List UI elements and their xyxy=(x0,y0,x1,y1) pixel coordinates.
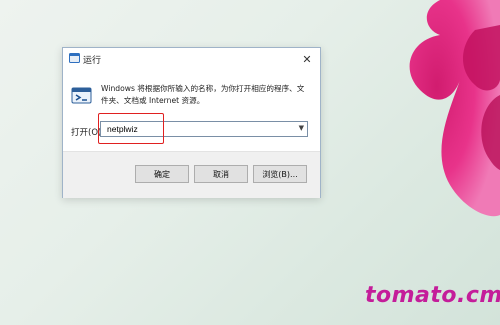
highlight-box xyxy=(98,113,164,144)
ok-button[interactable]: 确定 xyxy=(135,165,189,183)
watermark: tomato.cm xyxy=(365,283,500,308)
dialog-description: Windows 将根据你所输入的名称，为你打开相应的程序、文件夹、文档或 Int… xyxy=(101,84,305,105)
run-icon xyxy=(71,87,92,104)
run-icon xyxy=(69,53,80,63)
close-icon: ✕ xyxy=(302,52,312,66)
dialog-footer: 确定 取消 浏览(B)... xyxy=(63,151,320,198)
cancel-button[interactable]: 取消 xyxy=(194,165,248,183)
title-bar: 运行 ✕ xyxy=(63,48,320,70)
chevron-down-icon[interactable]: ▼ xyxy=(299,124,304,132)
close-button[interactable]: ✕ xyxy=(294,48,320,70)
flower-decoration xyxy=(409,0,500,217)
run-dialog: 运行 ✕ Windows 将根据你所输入的名称，为你打开相应的程序、文件夹、文档… xyxy=(62,47,321,198)
dialog-title: 运行 xyxy=(83,56,102,66)
browse-button[interactable]: 浏览(B)... xyxy=(253,165,307,183)
